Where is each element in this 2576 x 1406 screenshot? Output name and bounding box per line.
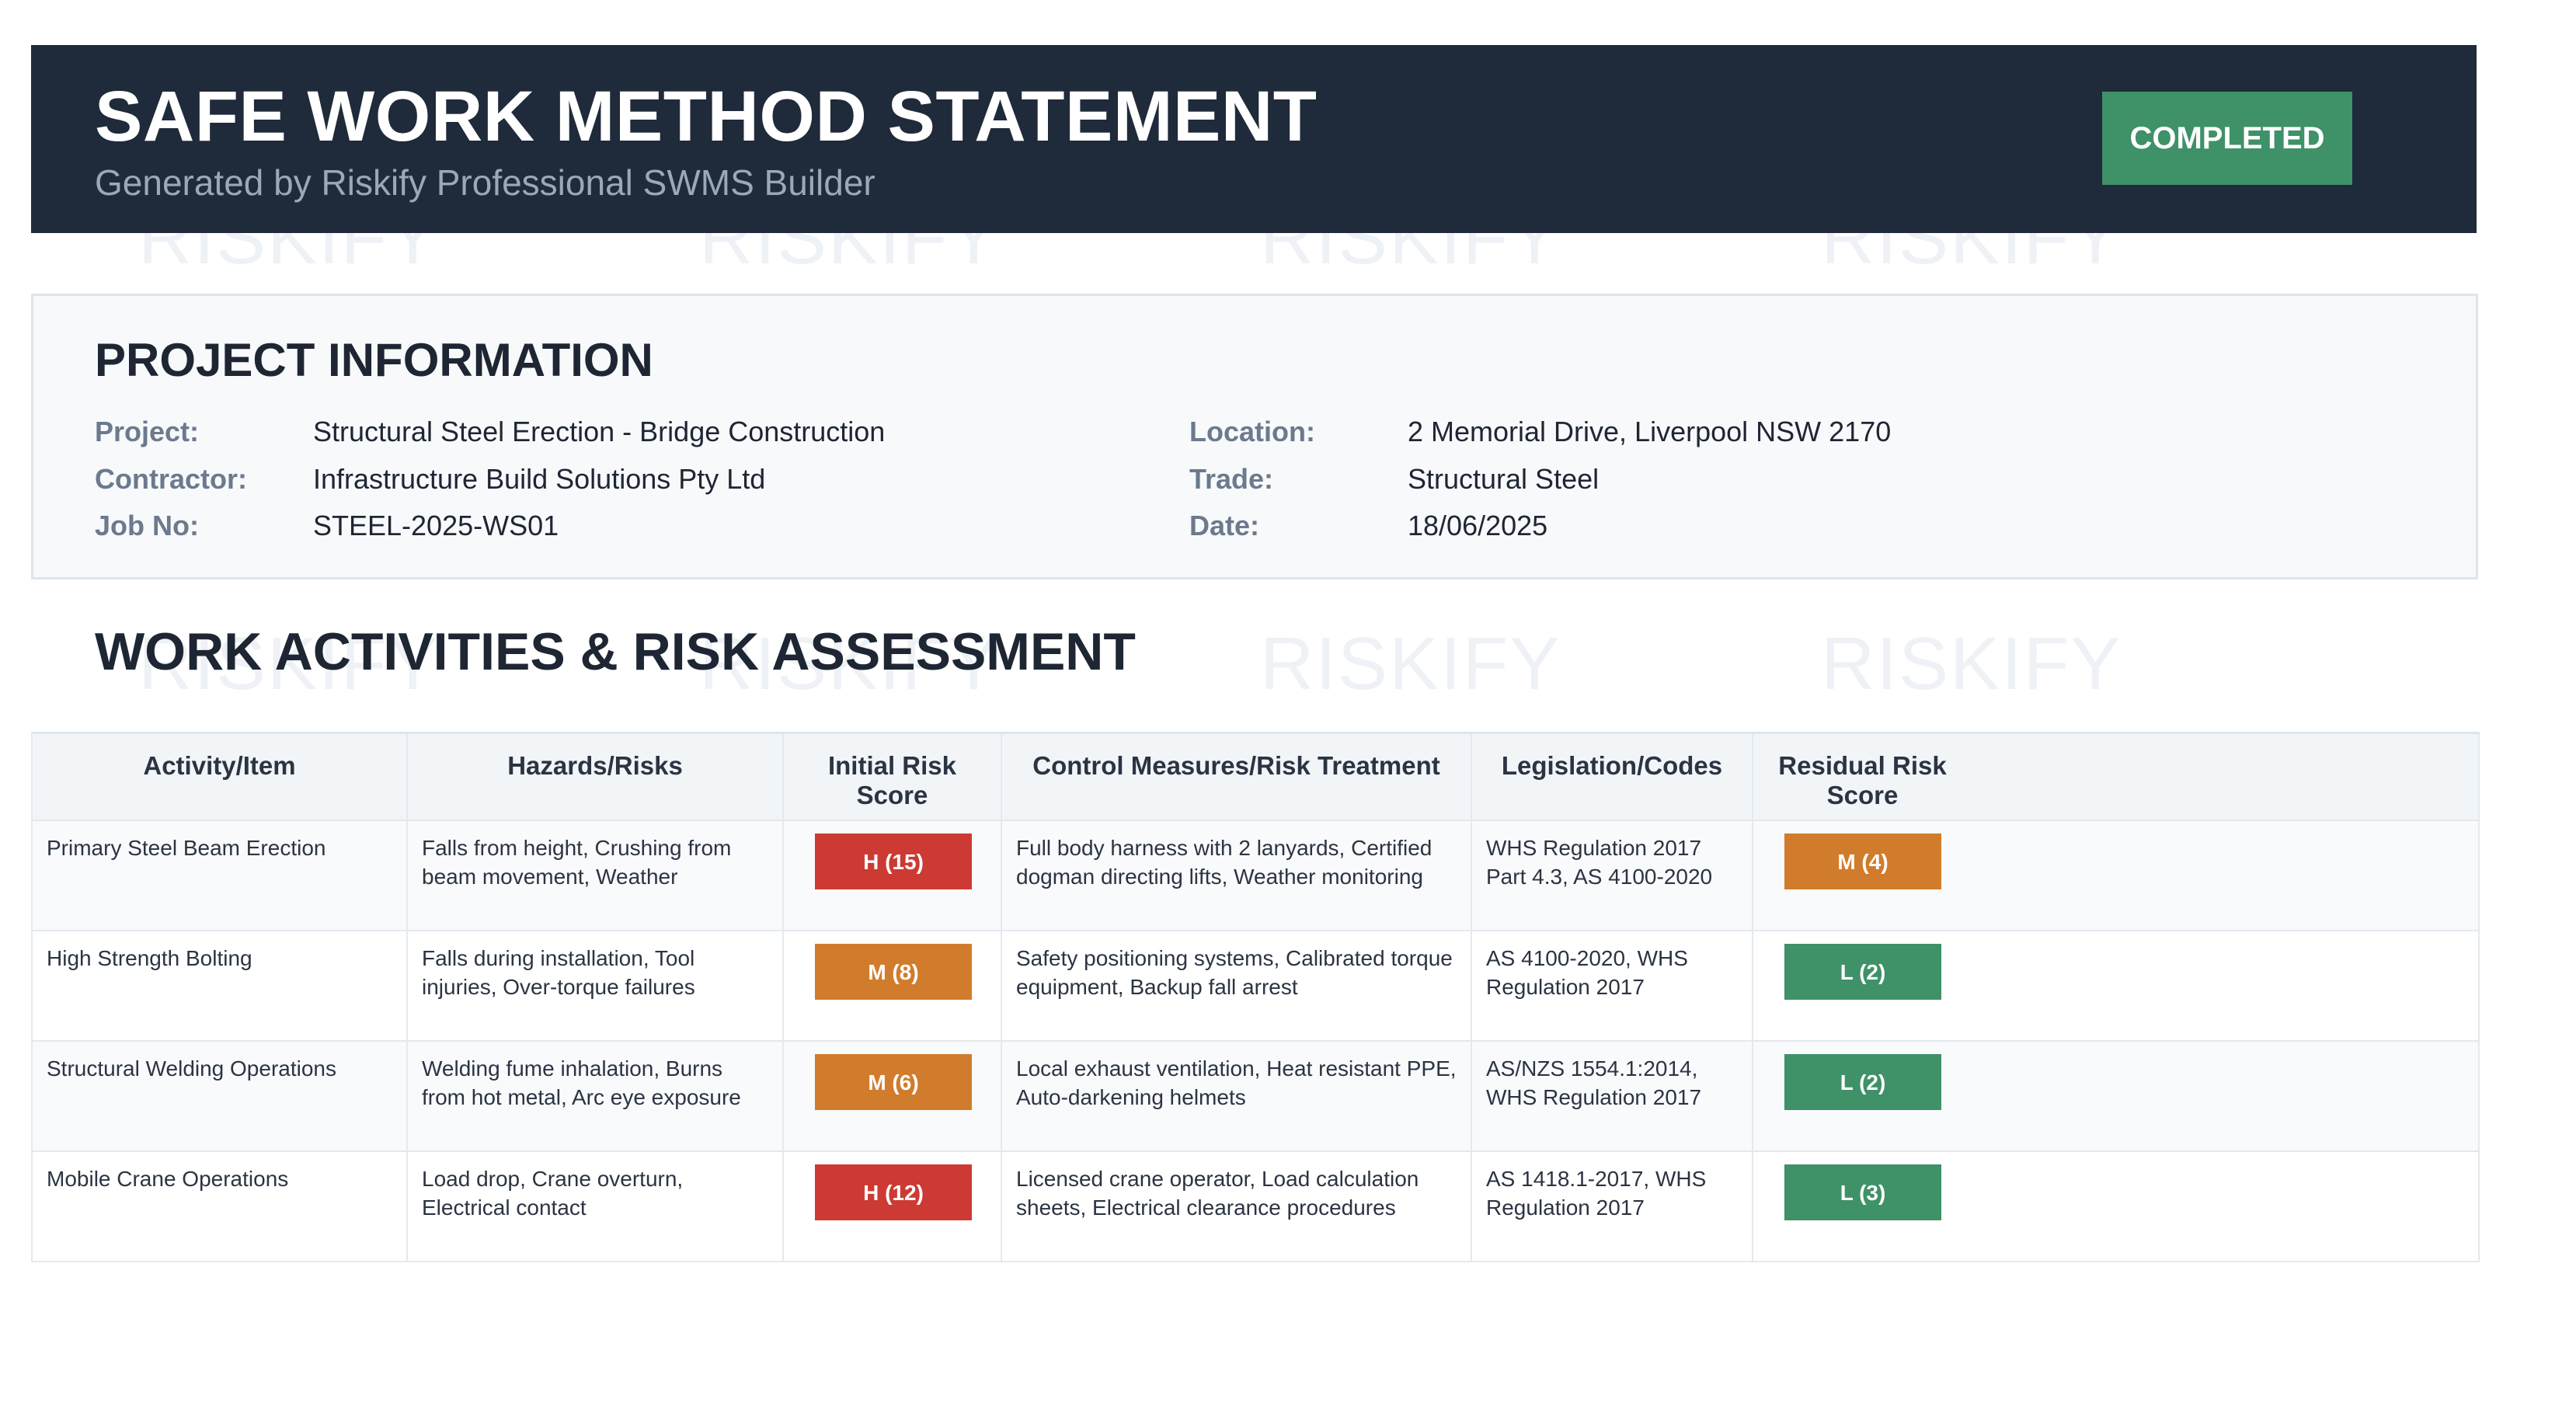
residual-header-label: Residual Risk Score: [1778, 751, 1947, 809]
column-header-residual-risk: Residual Risk Score: [1753, 732, 2480, 821]
contractor-label: Contractor:: [95, 463, 247, 495]
controls-cell: Local exhaust ventilation, Heat resistan…: [1001, 1041, 1472, 1152]
legislation-cell: AS 4100-2020, WHS Regulation 2017: [1471, 931, 1753, 1042]
location-value: 2 Memorial Drive, Liverpool NSW 2170: [1408, 416, 1892, 447]
controls-cell: Safety positioning systems, Calibrated t…: [1001, 931, 1472, 1042]
residual-risk-cell: L (2): [1753, 931, 2480, 1042]
residual-risk-badge: L (2): [1784, 944, 1941, 1000]
legislation-cell: WHS Regulation 2017 Part 4.3, AS 4100-20…: [1471, 820, 1753, 931]
date-label: Date:: [1189, 510, 1260, 541]
watermark: RISKIFY: [1260, 622, 1561, 705]
document-subtitle: Generated by Riskify Professional SWMS B…: [95, 162, 875, 203]
controls-cell: Licensed crane operator, Load calculatio…: [1001, 1151, 1472, 1262]
work-activities-title: WORK ACTIVITIES & RISK ASSESSMENT: [95, 622, 1136, 681]
risk-assessment-table: Activity/Item Hazards/Risks Initial Risk…: [31, 732, 2480, 1262]
activity-cell: Primary Steel Beam Erection: [31, 820, 408, 931]
job-number-label: Job No:: [95, 510, 199, 541]
initial-risk-badge: H (15): [815, 834, 972, 889]
legislation-cell: AS/NZS 1554.1:2014, WHS Regulation 2017: [1471, 1041, 1753, 1152]
trade-value: Structural Steel: [1408, 463, 1600, 495]
table-row: High Strength Bolting Falls during insta…: [31, 931, 2480, 1042]
activity-cell: High Strength Bolting: [31, 931, 408, 1042]
initial-risk-badge: H (12): [815, 1164, 972, 1220]
hazards-cell: Falls from height, Crushing from beam mo…: [407, 820, 784, 931]
job-number-value: STEEL-2025-WS01: [313, 510, 559, 541]
initial-risk-badge: M (8): [815, 944, 972, 1000]
controls-cell: Full body harness with 2 lanyards, Certi…: [1001, 820, 1472, 931]
trade-label: Trade:: [1189, 463, 1274, 495]
residual-risk-badge: L (3): [1784, 1164, 1941, 1220]
table-row: Mobile Crane Operations Load drop, Crane…: [31, 1151, 2480, 1262]
residual-risk-cell: L (3): [1753, 1151, 2480, 1262]
activity-cell: Mobile Crane Operations: [31, 1151, 408, 1262]
table-header-row: Activity/Item Hazards/Risks Initial Risk…: [31, 732, 2480, 821]
hazards-cell: Load drop, Crane overturn, Electrical co…: [407, 1151, 784, 1262]
watermark: RISKIFY: [1821, 622, 2122, 705]
initial-risk-cell: H (12): [783, 1151, 1002, 1262]
project-label: Project:: [95, 416, 200, 447]
hazards-cell: Welding fume inhalation, Burns from hot …: [407, 1041, 784, 1152]
legislation-cell: AS 1418.1-2017, WHS Regulation 2017: [1471, 1151, 1753, 1262]
initial-risk-badge: M (6): [815, 1054, 972, 1110]
initial-risk-cell: H (15): [783, 820, 1002, 931]
contractor-value: Infrastructure Build Solutions Pty Ltd: [313, 463, 766, 495]
column-header-legislation: Legislation/Codes: [1471, 732, 1753, 821]
table-row: Structural Welding Operations Welding fu…: [31, 1041, 2480, 1152]
date-value: 18/06/2025: [1408, 510, 1548, 541]
residual-risk-badge: L (2): [1784, 1054, 1941, 1110]
column-header-controls: Control Measures/Risk Treatment: [1001, 732, 1472, 821]
project-value: Structural Steel Erection - Bridge Const…: [313, 416, 886, 447]
initial-risk-cell: M (8): [783, 931, 1002, 1042]
initial-risk-cell: M (6): [783, 1041, 1002, 1152]
residual-risk-badge: M (4): [1784, 834, 1941, 889]
column-header-hazards: Hazards/Risks: [407, 732, 784, 821]
column-header-initial-risk: Initial Risk Score: [783, 732, 1002, 821]
residual-risk-cell: M (4): [1753, 820, 2480, 931]
status-badge: COMPLETED: [2102, 92, 2352, 185]
location-label: Location:: [1189, 416, 1315, 447]
project-information-title: PROJECT INFORMATION: [95, 334, 653, 386]
document-header: SAFE WORK METHOD STATEMENT Generated by …: [31, 45, 2477, 233]
activity-cell: Structural Welding Operations: [31, 1041, 408, 1152]
hazards-cell: Falls during installation, Tool injuries…: [407, 931, 784, 1042]
residual-risk-cell: L (2): [1753, 1041, 2480, 1152]
column-header-activity: Activity/Item: [31, 732, 408, 821]
document-title: SAFE WORK METHOD STATEMENT: [95, 77, 1318, 156]
table-row: Primary Steel Beam Erection Falls from h…: [31, 820, 2480, 931]
project-information-panel: PROJECT INFORMATION Project: Structural …: [31, 294, 2478, 579]
